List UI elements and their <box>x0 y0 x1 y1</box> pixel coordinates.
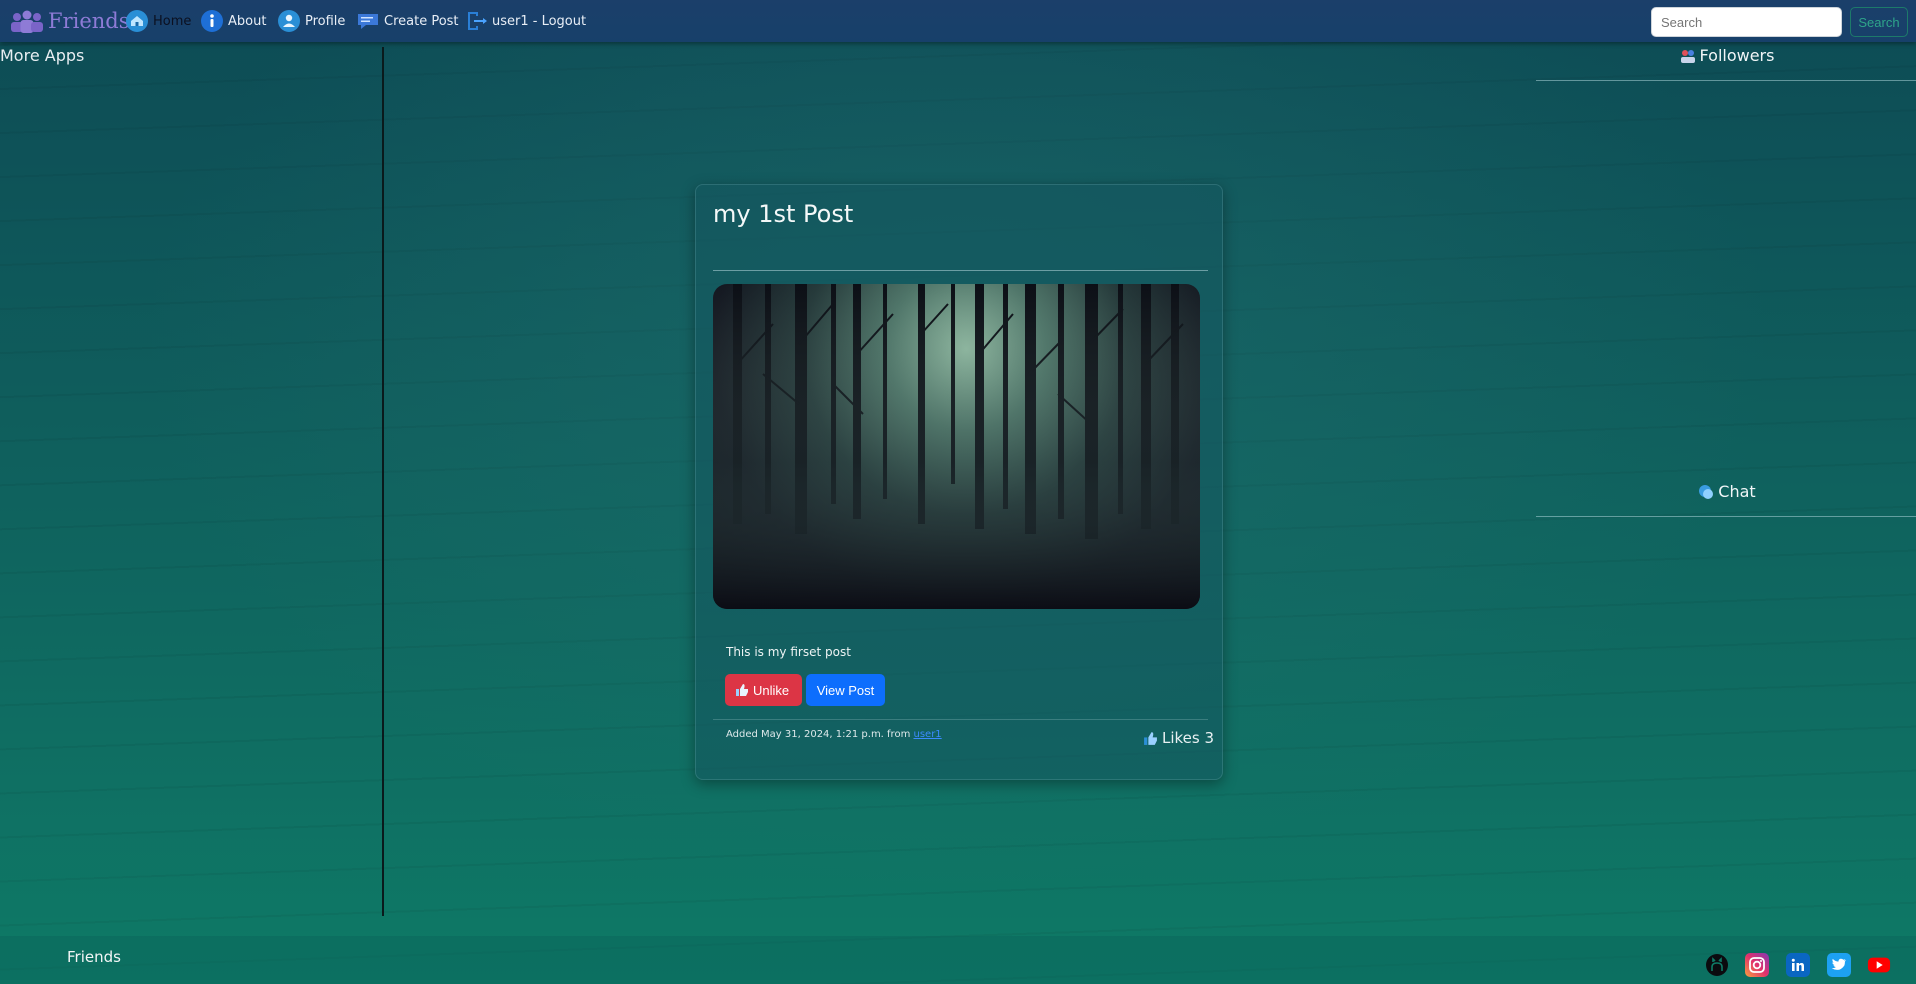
github-icon[interactable] <box>1705 953 1729 977</box>
chat-divider <box>1536 516 1916 517</box>
nav-create-post-label: Create Post <box>384 13 459 29</box>
chat-label: Chat <box>1718 482 1756 501</box>
nav-about[interactable]: About <box>200 8 266 34</box>
logout-icon <box>464 9 488 33</box>
instagram-icon[interactable] <box>1745 953 1769 977</box>
unlike-label: Unlike <box>753 682 790 698</box>
home-icon <box>125 9 149 33</box>
unlike-button[interactable]: Unlike <box>725 674 802 706</box>
post-title-divider <box>713 270 1208 271</box>
nav-about-label: About <box>228 13 267 29</box>
search-input[interactable] <box>1651 7 1842 37</box>
chat-icon <box>1698 484 1714 500</box>
nav-profile[interactable]: Profile <box>277 8 345 34</box>
chat-bubble-icon <box>356 9 380 33</box>
linkedin-icon[interactable] <box>1786 953 1810 977</box>
nav-home-label: Home <box>153 13 192 29</box>
brand-logo[interactable]: Friends <box>8 6 130 36</box>
youtube-icon[interactable] <box>1867 953 1891 977</box>
author-link[interactable]: user1 <box>914 729 942 740</box>
info-icon <box>200 9 224 33</box>
post-body-text: This is my firset post <box>726 645 851 659</box>
friends-logo-icon <box>8 9 46 33</box>
nav-logout-label: user1 - Logout <box>492 13 587 29</box>
likes-count: Likes 3 <box>1143 729 1214 747</box>
footer <box>0 936 1916 984</box>
forest-image <box>713 284 1200 609</box>
twitter-icon[interactable] <box>1827 953 1851 977</box>
followers-label: Followers <box>1699 46 1775 65</box>
nav-create-post[interactable]: Create Post <box>356 8 459 34</box>
followers-divider <box>1536 80 1916 81</box>
footer-brand: Friends <box>67 948 121 966</box>
likes-label: Likes 3 <box>1162 729 1215 747</box>
post-image[interactable] <box>713 284 1200 609</box>
post-meta-text: Added May 31, 2024, 1:21 p.m. from <box>726 729 911 740</box>
search-button[interactable]: Search <box>1850 7 1908 37</box>
followers-icon <box>1680 49 1696 63</box>
followers-heading: Followers <box>1577 46 1877 65</box>
left-divider <box>382 47 384 916</box>
thumbs-up-icon <box>735 683 749 697</box>
chat-heading: Chat <box>1577 482 1877 501</box>
likes-thumbs-up-icon <box>1143 731 1158 746</box>
post-title: my 1st Post <box>713 200 854 228</box>
user-icon <box>277 9 301 33</box>
post-meta: Added May 31, 2024, 1:21 p.m. from user1 <box>726 729 942 740</box>
post-footer-divider <box>713 719 1208 720</box>
more-apps-heading: More Apps <box>0 46 85 65</box>
nav-profile-label: Profile <box>305 13 346 29</box>
brand-text: Friends <box>48 9 130 33</box>
nav-home[interactable]: Home <box>125 8 191 34</box>
nav-logout[interactable]: user1 - Logout <box>464 8 586 34</box>
view-post-button[interactable]: View Post <box>806 674 885 706</box>
post-card: my 1st Post This is my firset post Unlik… <box>695 184 1223 780</box>
navbar: Friends Home About Profile Create Post u… <box>0 0 1916 42</box>
